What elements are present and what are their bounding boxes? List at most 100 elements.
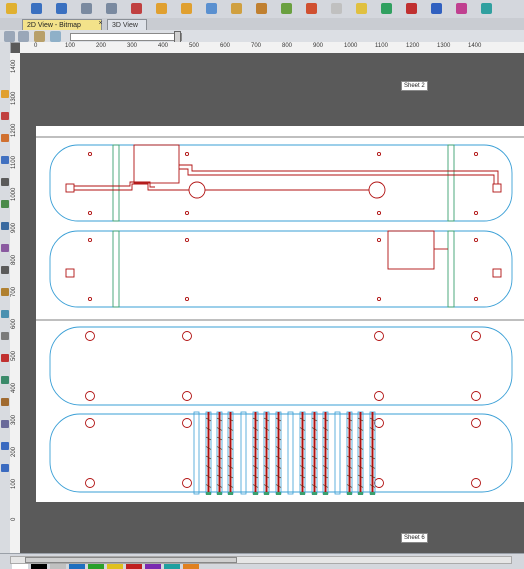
- color-swatch[interactable]: [12, 564, 28, 569]
- slot-start-marker: [323, 492, 328, 495]
- color-swatch[interactable]: [126, 564, 142, 569]
- ruler-x-label: 1400: [468, 43, 482, 49]
- zoom-in-icon[interactable]: [1, 442, 9, 450]
- zoom-window-icon[interactable]: [50, 31, 61, 42]
- ruler-y-label: 100: [11, 478, 17, 489]
- simulate-icon[interactable]: [431, 3, 442, 14]
- ruler-y-label: 1000: [11, 187, 17, 201]
- arc-icon[interactable]: [1, 178, 9, 186]
- zoom-out-icon[interactable]: [1, 464, 9, 472]
- pointer-icon[interactable]: [1, 90, 9, 98]
- select-icon[interactable]: [206, 3, 217, 14]
- settings-icon[interactable]: [456, 3, 467, 14]
- slot-start-marker: [217, 492, 222, 495]
- slot-start-marker: [276, 492, 281, 495]
- drawing-canvas[interactable]: Sheet 2 Sheet 6: [20, 53, 524, 553]
- join-icon[interactable]: [1, 376, 9, 384]
- ruler-y-label: 1300: [11, 91, 17, 105]
- color-swatch[interactable]: [31, 564, 47, 569]
- mirror-icon[interactable]: [1, 310, 9, 318]
- slot-start-marker: [358, 492, 363, 495]
- save-icon[interactable]: [56, 3, 67, 14]
- measure-icon[interactable]: [1, 420, 9, 428]
- color-swatch[interactable]: [183, 564, 199, 569]
- slot-start-marker: [228, 492, 233, 495]
- color-swatch[interactable]: [145, 564, 161, 569]
- ruler-y-label: 1200: [11, 123, 17, 137]
- slot-start-marker: [206, 492, 211, 495]
- polygon-icon[interactable]: [1, 244, 9, 252]
- color-swatch[interactable]: [164, 564, 180, 569]
- trim-icon[interactable]: [1, 354, 9, 362]
- slot-start-marker: [370, 492, 375, 495]
- main-toolbar: [0, 0, 524, 19]
- pencil-icon[interactable]: [1, 134, 9, 142]
- text-icon[interactable]: [1, 266, 9, 274]
- ruler-y-label: 500: [11, 350, 17, 361]
- slot-start-marker: [253, 492, 258, 495]
- ruler-y-label: 900: [11, 222, 17, 233]
- slot-start-marker: [347, 492, 352, 495]
- line-icon[interactable]: [1, 156, 9, 164]
- ruler-x-label: 600: [220, 43, 231, 49]
- color-swatch[interactable]: [50, 564, 66, 569]
- slot-start-marker: [312, 492, 317, 495]
- offset-icon[interactable]: [1, 288, 9, 296]
- color-swatch[interactable]: [107, 564, 123, 569]
- redo-icon[interactable]: [106, 3, 117, 14]
- ruler-x-label: 700: [251, 43, 262, 49]
- ruler-x-label: 200: [96, 43, 107, 49]
- toolpath-icon[interactable]: [406, 3, 417, 14]
- open-file-icon[interactable]: [31, 3, 42, 14]
- zoom-icon[interactable]: [281, 3, 292, 14]
- snap-icon[interactable]: [331, 3, 342, 14]
- measure-icon[interactable]: [306, 3, 317, 14]
- ruler-x-label: 100: [65, 43, 76, 49]
- ruler-x-label: 1200: [406, 43, 420, 49]
- ruler-y-label: 0: [11, 517, 17, 521]
- pan-icon[interactable]: [256, 3, 267, 14]
- fillet-icon[interactable]: [1, 398, 9, 406]
- ruler-y-label: 1400: [11, 59, 17, 73]
- slot-start-marker: [264, 492, 269, 495]
- ruler-x-label: 300: [127, 43, 138, 49]
- ruler-x-label: 0: [34, 43, 38, 49]
- node-icon[interactable]: [1, 112, 9, 120]
- ruler-x-label: 1000: [344, 43, 358, 49]
- undo-icon[interactable]: [81, 3, 92, 14]
- copy-icon[interactable]: [156, 3, 167, 14]
- help-icon[interactable]: [481, 3, 492, 14]
- print-icon[interactable]: [4, 31, 15, 42]
- ruler-y-label: 400: [11, 382, 17, 393]
- zoom-slider[interactable]: [70, 33, 182, 41]
- align-icon[interactable]: [1, 332, 9, 340]
- horizontal-scrollbar[interactable]: [10, 556, 512, 564]
- ruler-x-label: 400: [158, 43, 169, 49]
- ruler-x-label: 800: [282, 43, 293, 49]
- cad-drawing[interactable]: [20, 53, 524, 553]
- ruler-y-label: 300: [11, 414, 17, 425]
- ruler-x-label: 900: [313, 43, 324, 49]
- grid-icon[interactable]: [356, 3, 367, 14]
- node-edit-icon[interactable]: [231, 3, 242, 14]
- paste-icon[interactable]: [181, 3, 192, 14]
- horizontal-scrollbar-thumb[interactable]: [25, 557, 237, 563]
- ruler-x-label: 500: [189, 43, 200, 49]
- new-file-icon[interactable]: [6, 3, 17, 14]
- color-swatch[interactable]: [88, 564, 104, 569]
- circle-icon[interactable]: [1, 200, 9, 208]
- layers-icon[interactable]: [381, 3, 392, 14]
- sheet-label-bottom: Sheet 6: [401, 533, 428, 543]
- view-tab-bar: 2D View - Bitmap Layer × 3D View: [0, 18, 524, 40]
- ruler-y-label: 200: [11, 446, 17, 457]
- ruler-x-label: 1100: [375, 43, 388, 49]
- sheet-label-top: Sheet 2: [401, 81, 428, 91]
- status-bar: [0, 553, 524, 569]
- rectangle-icon[interactable]: [1, 222, 9, 230]
- ruler-y-label: 1100: [11, 156, 17, 169]
- zoom-extents-icon[interactable]: [34, 31, 45, 42]
- close-tab-icon[interactable]: ×: [96, 19, 105, 28]
- color-swatch[interactable]: [69, 564, 85, 569]
- cut-icon[interactable]: [131, 3, 142, 14]
- print-preview-icon[interactable]: [18, 31, 29, 42]
